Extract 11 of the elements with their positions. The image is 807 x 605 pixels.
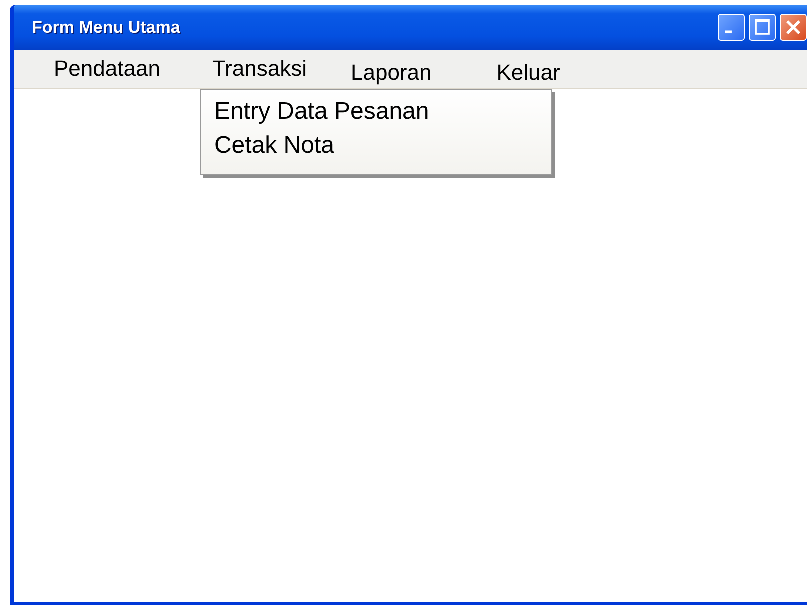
menu-option[interactable]: Cetak Nota bbox=[201, 130, 348, 164]
minimize-icon bbox=[725, 30, 732, 34]
menu-item[interactable]: Keluar bbox=[496, 60, 560, 85]
close-button[interactable] bbox=[780, 14, 807, 41]
menu-item[interactable]: Transaksi bbox=[212, 56, 307, 81]
menu-item[interactable]: Laporan bbox=[350, 60, 432, 85]
minimize-button[interactable] bbox=[718, 14, 745, 41]
menu-option[interactable]: Entry Data Pesanan bbox=[201, 96, 442, 130]
maximize-button[interactable] bbox=[749, 14, 776, 41]
menu-item[interactable]: Pendataan bbox=[54, 56, 160, 81]
window-title: Form Menu Utama bbox=[32, 18, 182, 38]
